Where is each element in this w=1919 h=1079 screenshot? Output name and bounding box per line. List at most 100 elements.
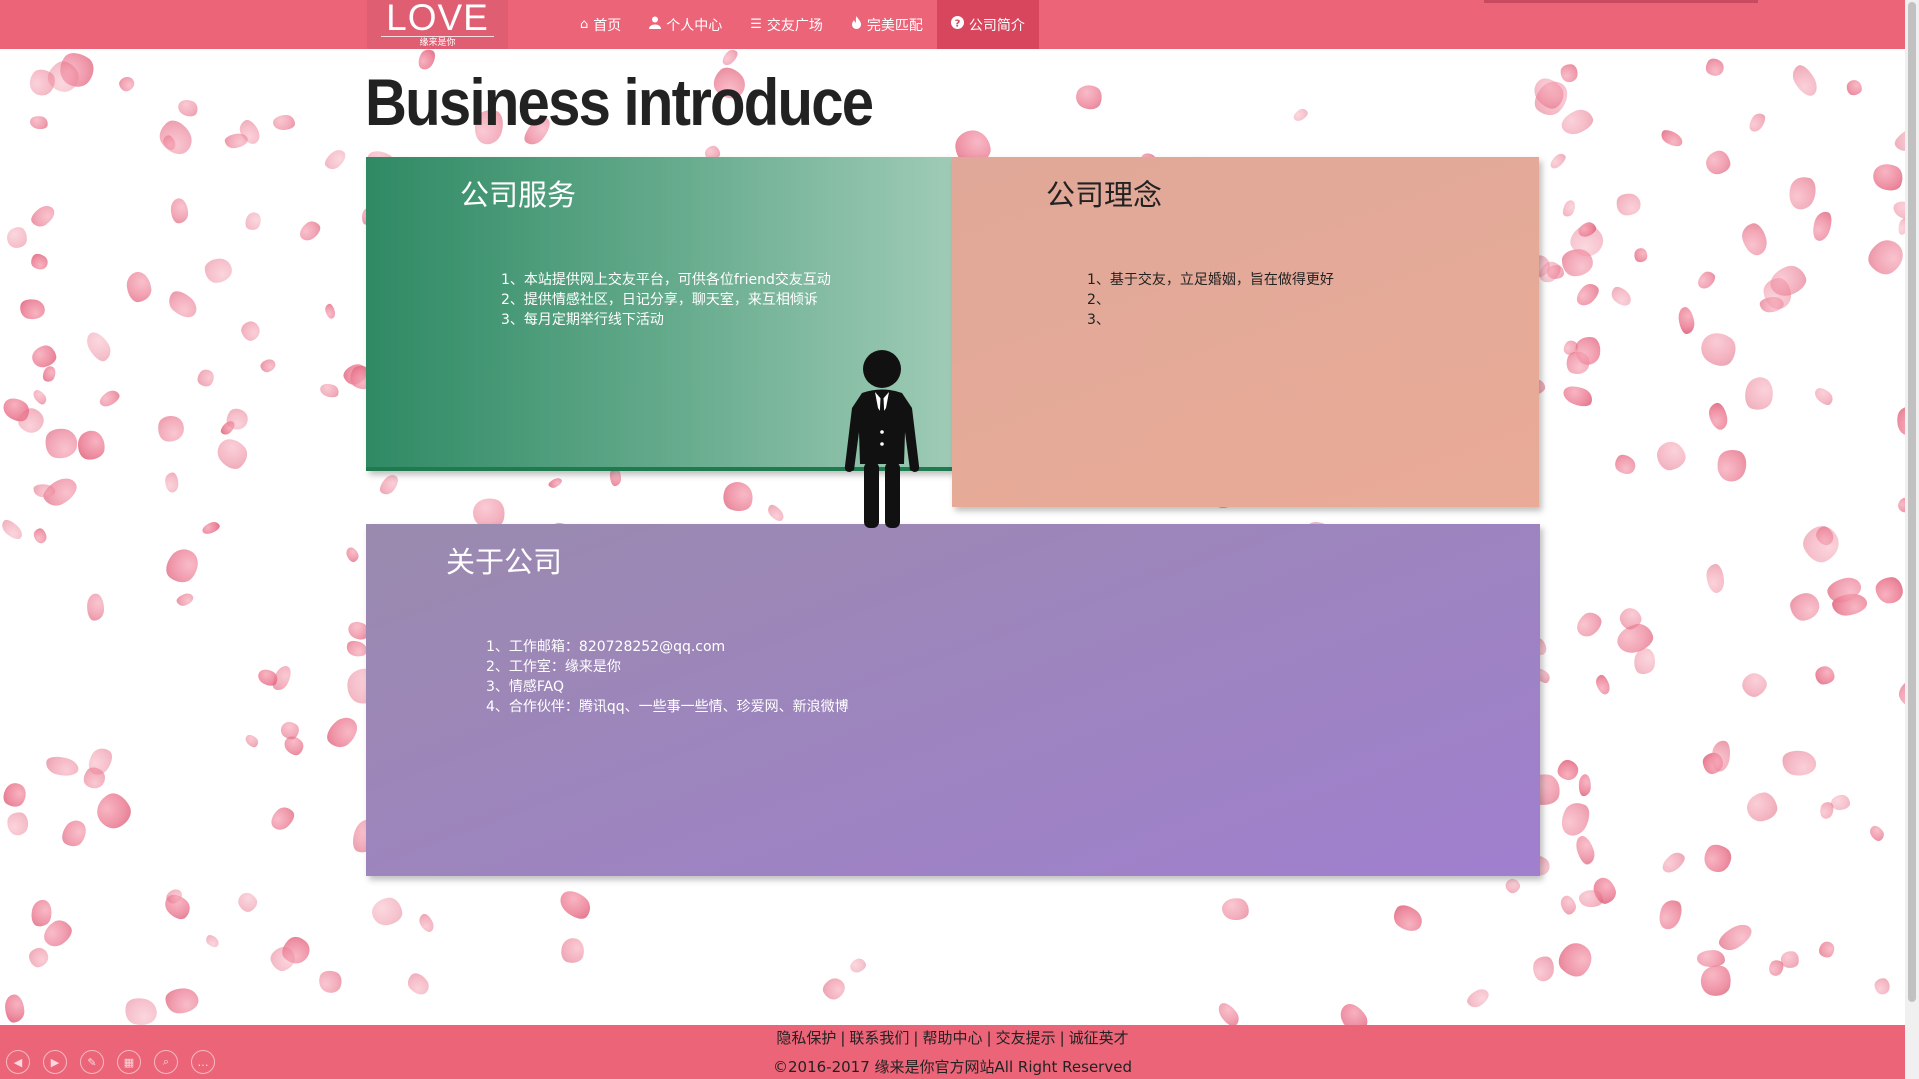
question-circle-icon: ? — [950, 16, 964, 33]
petal — [1677, 305, 1696, 335]
nav-item-label: 公司简介 — [968, 17, 1025, 34]
petal — [1694, 326, 1742, 373]
petal — [164, 987, 199, 1014]
next-icon[interactable]: ▶ — [43, 1050, 67, 1074]
footer-links: 隐私保护 | 联系我们 | 帮助中心 | 交友提示 | 诚征英才 — [0, 1027, 1905, 1049]
petal — [1809, 209, 1834, 243]
petal — [1846, 80, 1863, 96]
petal — [1611, 451, 1639, 479]
petal — [169, 197, 189, 224]
footer-copyright: ©2016-2017 缘来是你官方网站All Right Reserved — [773, 1058, 1132, 1076]
petal — [1816, 938, 1838, 961]
list-icon: ☰ — [750, 17, 762, 32]
top-nav-bar: LOVE 缘来是你 ⌂ 首页 个人中心 ☰ 交友广场 完美匹配 ? 公司简介 — [0, 0, 1905, 49]
petal — [555, 884, 596, 924]
vertical-scrollbar[interactable] — [1905, 0, 1919, 1079]
petal — [1654, 438, 1689, 473]
nav-item-perfect-match[interactable]: 完美匹配 — [837, 0, 937, 49]
user-icon — [649, 16, 662, 33]
petal — [848, 956, 869, 976]
petal — [28, 202, 58, 231]
list-item: 1、工作邮箱：820728252@qq.com — [486, 639, 726, 655]
petal — [57, 816, 92, 851]
petal — [1608, 283, 1635, 310]
petal — [1704, 148, 1733, 176]
footer-link-contact[interactable]: 联系我们 — [849, 1029, 909, 1047]
company-idea-panel: 公司理念 1、基于交友，立足婚姻，旨在做得更好 2、 3、 — [952, 157, 1539, 507]
top-right-strip — [1484, 0, 1758, 3]
nav-item-label: 交友广场 — [766, 17, 823, 34]
petal — [1738, 220, 1770, 258]
petal — [193, 366, 218, 391]
footer-separator: | — [1059, 1029, 1065, 1047]
nav-item-company-profile[interactable]: ? 公司简介 — [936, 0, 1039, 49]
petal — [1593, 673, 1612, 697]
petal — [39, 364, 58, 385]
petal — [1577, 774, 1592, 797]
petal — [1220, 896, 1250, 922]
pen-icon[interactable]: ✎ — [80, 1050, 104, 1074]
petal — [1698, 840, 1737, 878]
petal — [1465, 986, 1493, 1011]
logo[interactable]: LOVE 缘来是你 — [367, 0, 508, 49]
list-item: 1、基于交友，立足婚姻，旨在做得更好 — [1087, 272, 1334, 288]
petal — [1552, 936, 1599, 983]
petal — [0, 778, 31, 811]
petal — [1874, 576, 1904, 605]
petal — [154, 114, 199, 161]
petal — [0, 516, 26, 543]
footer-separator: | — [986, 1029, 992, 1047]
petal — [417, 911, 437, 934]
petal — [1706, 401, 1730, 432]
petal — [156, 413, 187, 444]
petal — [1633, 247, 1649, 264]
nav-item-label: 完美匹配 — [866, 17, 923, 34]
scrollbar-thumb[interactable] — [1908, 2, 1916, 1002]
petal — [259, 358, 278, 375]
petal — [27, 946, 50, 970]
nav-item-home[interactable]: ⌂ 首页 — [566, 0, 635, 49]
petal — [117, 74, 136, 93]
petal — [1578, 888, 1603, 908]
prev-icon[interactable]: ◀ — [6, 1050, 30, 1074]
petal — [200, 519, 221, 536]
petal — [1895, 495, 1905, 516]
petal — [1694, 268, 1719, 293]
petal — [1560, 382, 1596, 410]
list-item: 3、每月定期举行线下活动 — [501, 312, 664, 328]
petal — [91, 788, 136, 834]
nav-item-dating-square[interactable]: ☰ 交友广场 — [736, 0, 837, 49]
petal — [234, 889, 260, 916]
petal — [77, 429, 107, 461]
petal — [546, 476, 564, 490]
footer-link-privacy[interactable]: 隐私保护 — [776, 1029, 836, 1047]
footer-link-dating-tips[interactable]: 交友提示 — [996, 1029, 1056, 1047]
petal — [175, 97, 201, 120]
petal — [1815, 665, 1836, 686]
petal — [1503, 876, 1522, 895]
petal — [266, 803, 299, 835]
petal — [125, 270, 153, 304]
petal — [344, 545, 361, 564]
petal — [1702, 55, 1727, 80]
petal — [82, 328, 116, 366]
petal — [1556, 797, 1595, 840]
footer-separator: | — [840, 1029, 846, 1047]
petal — [765, 502, 787, 524]
petal — [1867, 822, 1887, 843]
footer-link-careers[interactable]: 诚征英才 — [1069, 1029, 1129, 1047]
petal — [175, 591, 195, 608]
nav-item-personal-center[interactable]: 个人中心 — [635, 0, 736, 49]
main-nav: ⌂ 首页 个人中心 ☰ 交友广场 完美匹配 ? 公司简介 — [566, 0, 1039, 49]
zoom-icon[interactable]: ⌕ — [154, 1050, 178, 1074]
panel-title: 公司服务 — [460, 178, 577, 212]
petal — [1553, 755, 1583, 785]
more-icon[interactable]: … — [191, 1050, 215, 1074]
petal — [1531, 954, 1556, 983]
petal — [1389, 900, 1428, 938]
petal — [164, 286, 202, 323]
slides-icon[interactable]: ▦ — [117, 1050, 141, 1074]
petal — [557, 934, 588, 966]
footer-link-help[interactable]: 帮助中心 — [922, 1029, 982, 1047]
petal — [719, 478, 758, 516]
